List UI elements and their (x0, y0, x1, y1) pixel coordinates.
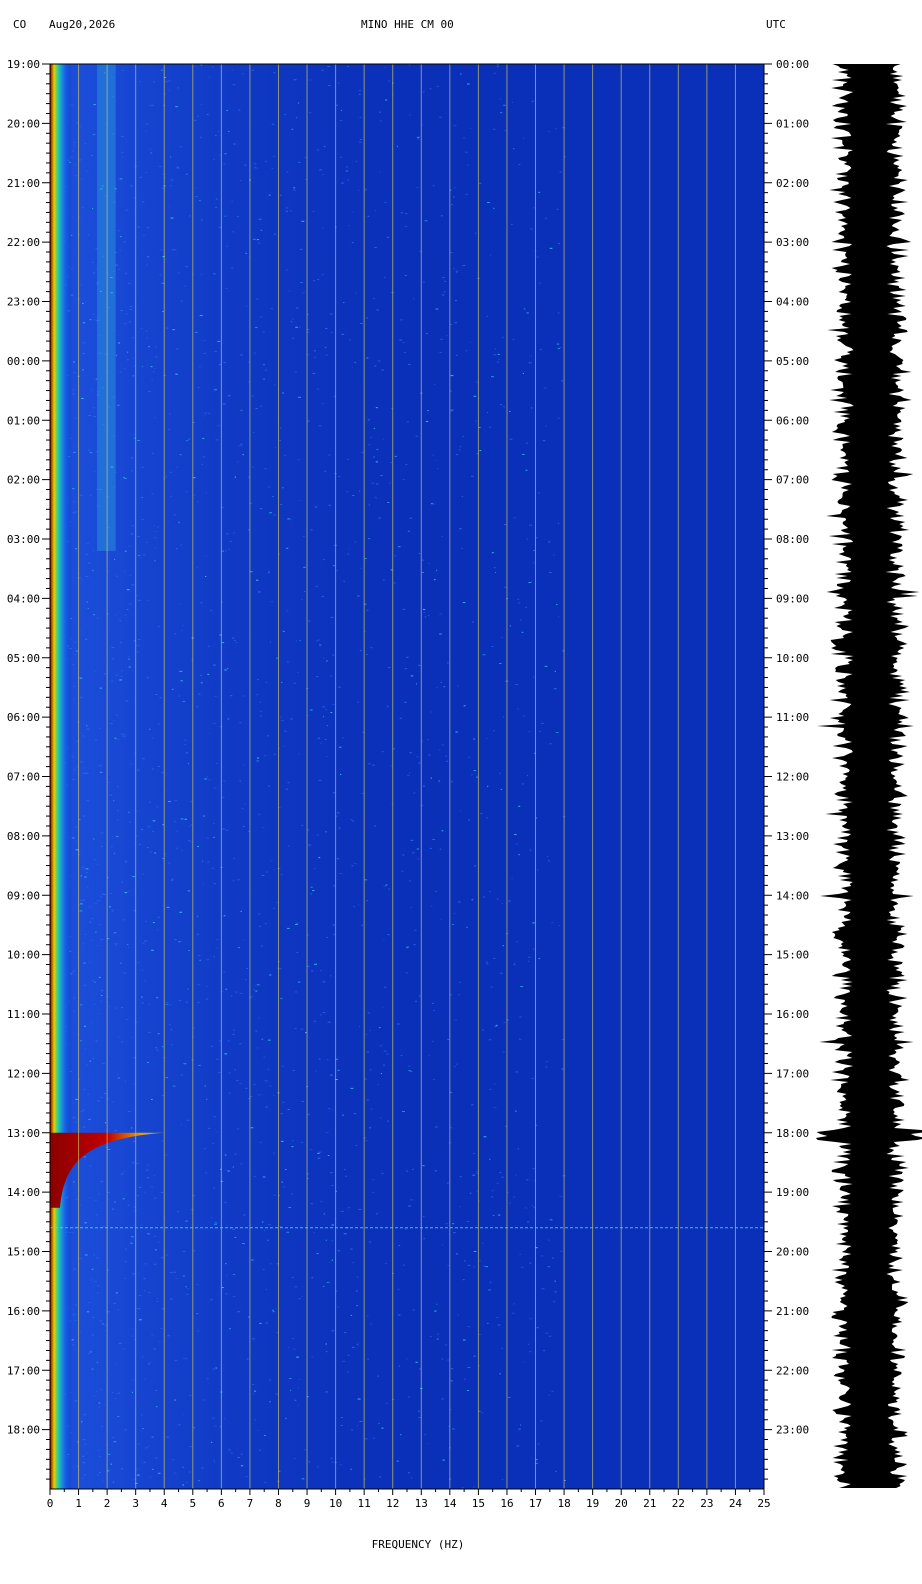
spectrogram-chart: 0 1 2 3 4 5 6 7 8 9 10 11 12 13 14 15 16 17 18 19 20 21 22 23 24… (7, 58, 922, 1551)
right-time-label-19: 19:00 (776, 1186, 809, 1199)
left-time-label-7: 02:00 (7, 474, 40, 487)
right-time-label-11: 11:00 (776, 711, 809, 724)
left-time-label-2: 21:00 (7, 177, 40, 190)
left-time-label-1: 20:00 (7, 117, 40, 130)
left-time-label-18: 13:00 (7, 1127, 40, 1140)
right-time-label-0: 00:00 (776, 58, 809, 71)
x-tick-label-24: 24 (729, 1497, 743, 1510)
left-time-label-22: 17:00 (7, 1364, 40, 1377)
left-time-label-8: 03:00 (7, 533, 40, 546)
x-tick-label-23: 23 (700, 1497, 713, 1510)
right-time-label-16: 16:00 (776, 1008, 809, 1021)
x-tick-label-6: 6 (218, 1497, 225, 1510)
left-time-label-23: 18:00 (7, 1424, 40, 1437)
x-tick-label-12: 12 (386, 1497, 399, 1510)
x-tick-label-18: 18 (557, 1497, 570, 1510)
x-tick-label-17: 17 (529, 1497, 542, 1510)
left-time-label-14: 09:00 (7, 889, 40, 902)
right-time-label-17: 17:00 (776, 1067, 809, 1080)
x-tick-label-15: 15 (472, 1497, 485, 1510)
right-time-label-3: 03:00 (776, 236, 809, 249)
left-time-label-10: 05:00 (7, 652, 40, 665)
right-time-label-8: 08:00 (776, 533, 809, 546)
right-time-label-12: 12:00 (776, 771, 809, 784)
x-tick-label-7: 7 (247, 1497, 254, 1510)
left-time-label-3: 22:00 (7, 236, 40, 249)
right-time-label-5: 05:00 (776, 355, 809, 368)
right-time-label-1: 01:00 (776, 117, 809, 130)
right-time-label-23: 23:00 (776, 1424, 809, 1437)
x-tick-label-10: 10 (329, 1497, 342, 1510)
x-axis-label: FREQUENCY (HZ) (372, 1538, 465, 1551)
left-time-label-19: 14:00 (7, 1186, 40, 1199)
seismogram-trace (815, 64, 922, 1488)
low-frequency-band (50, 64, 73, 1489)
left-time-label-17: 12:00 (7, 1067, 40, 1080)
x-tick-label-25: 25 (757, 1497, 770, 1510)
x-tick-label-3: 3 (132, 1497, 139, 1510)
right-time-label-15: 15:00 (776, 949, 809, 962)
right-time-label-7: 07:00 (776, 474, 809, 487)
x-tick-label-9: 9 (304, 1497, 311, 1510)
x-tick-label-14: 14 (443, 1497, 457, 1510)
x-tick-label-4: 4 (161, 1497, 168, 1510)
x-tick-label-0: 0 (47, 1497, 54, 1510)
left-time-label-12: 07:00 (7, 771, 40, 784)
x-tick-label-13: 13 (415, 1497, 428, 1510)
trace-envelope (815, 64, 922, 1488)
x-tick-label-11: 11 (358, 1497, 371, 1510)
left-time-label-6: 01:00 (7, 414, 40, 427)
right-time-label-14: 14:00 (776, 889, 809, 902)
left-time-label-21: 16:00 (7, 1305, 40, 1318)
right-time-label-10: 10:00 (776, 652, 809, 665)
x-tick-label-19: 19 (586, 1497, 599, 1510)
left-time-label-20: 15:00 (7, 1246, 40, 1259)
right-time-label-2: 02:00 (776, 177, 809, 190)
left-time-label-11: 06:00 (7, 711, 40, 724)
left-time-label-13: 08:00 (7, 830, 40, 843)
left-time-label-16: 11:00 (7, 1008, 40, 1021)
x-tick-label-8: 8 (275, 1497, 282, 1510)
x-tick-label-21: 21 (643, 1497, 656, 1510)
right-time-label-13: 13:00 (776, 830, 809, 843)
left-time-label-15: 10:00 (7, 949, 40, 962)
right-time-label-18: 18:00 (776, 1127, 809, 1140)
right-time-label-6: 06:00 (776, 414, 809, 427)
right-time-label-21: 21:00 (776, 1305, 809, 1318)
x-tick-label-22: 22 (672, 1497, 685, 1510)
right-time-label-20: 20:00 (776, 1246, 809, 1259)
band-2hz (97, 64, 116, 551)
left-time-label-9: 04:00 (7, 592, 40, 605)
x-tick-label-1: 1 (75, 1497, 82, 1510)
x-tick-label-16: 16 (500, 1497, 513, 1510)
x-tick-label-20: 20 (615, 1497, 628, 1510)
x-tick-label-5: 5 (189, 1497, 196, 1510)
left-time-label-4: 23:00 (7, 296, 40, 309)
right-time-label-4: 04:00 (776, 296, 809, 309)
left-time-label-5: 00:00 (7, 355, 40, 368)
right-time-label-9: 09:00 (776, 592, 809, 605)
right-time-label-22: 22:00 (776, 1364, 809, 1377)
x-tick-label-2: 2 (104, 1497, 111, 1510)
left-time-label-0: 19:00 (7, 58, 40, 71)
